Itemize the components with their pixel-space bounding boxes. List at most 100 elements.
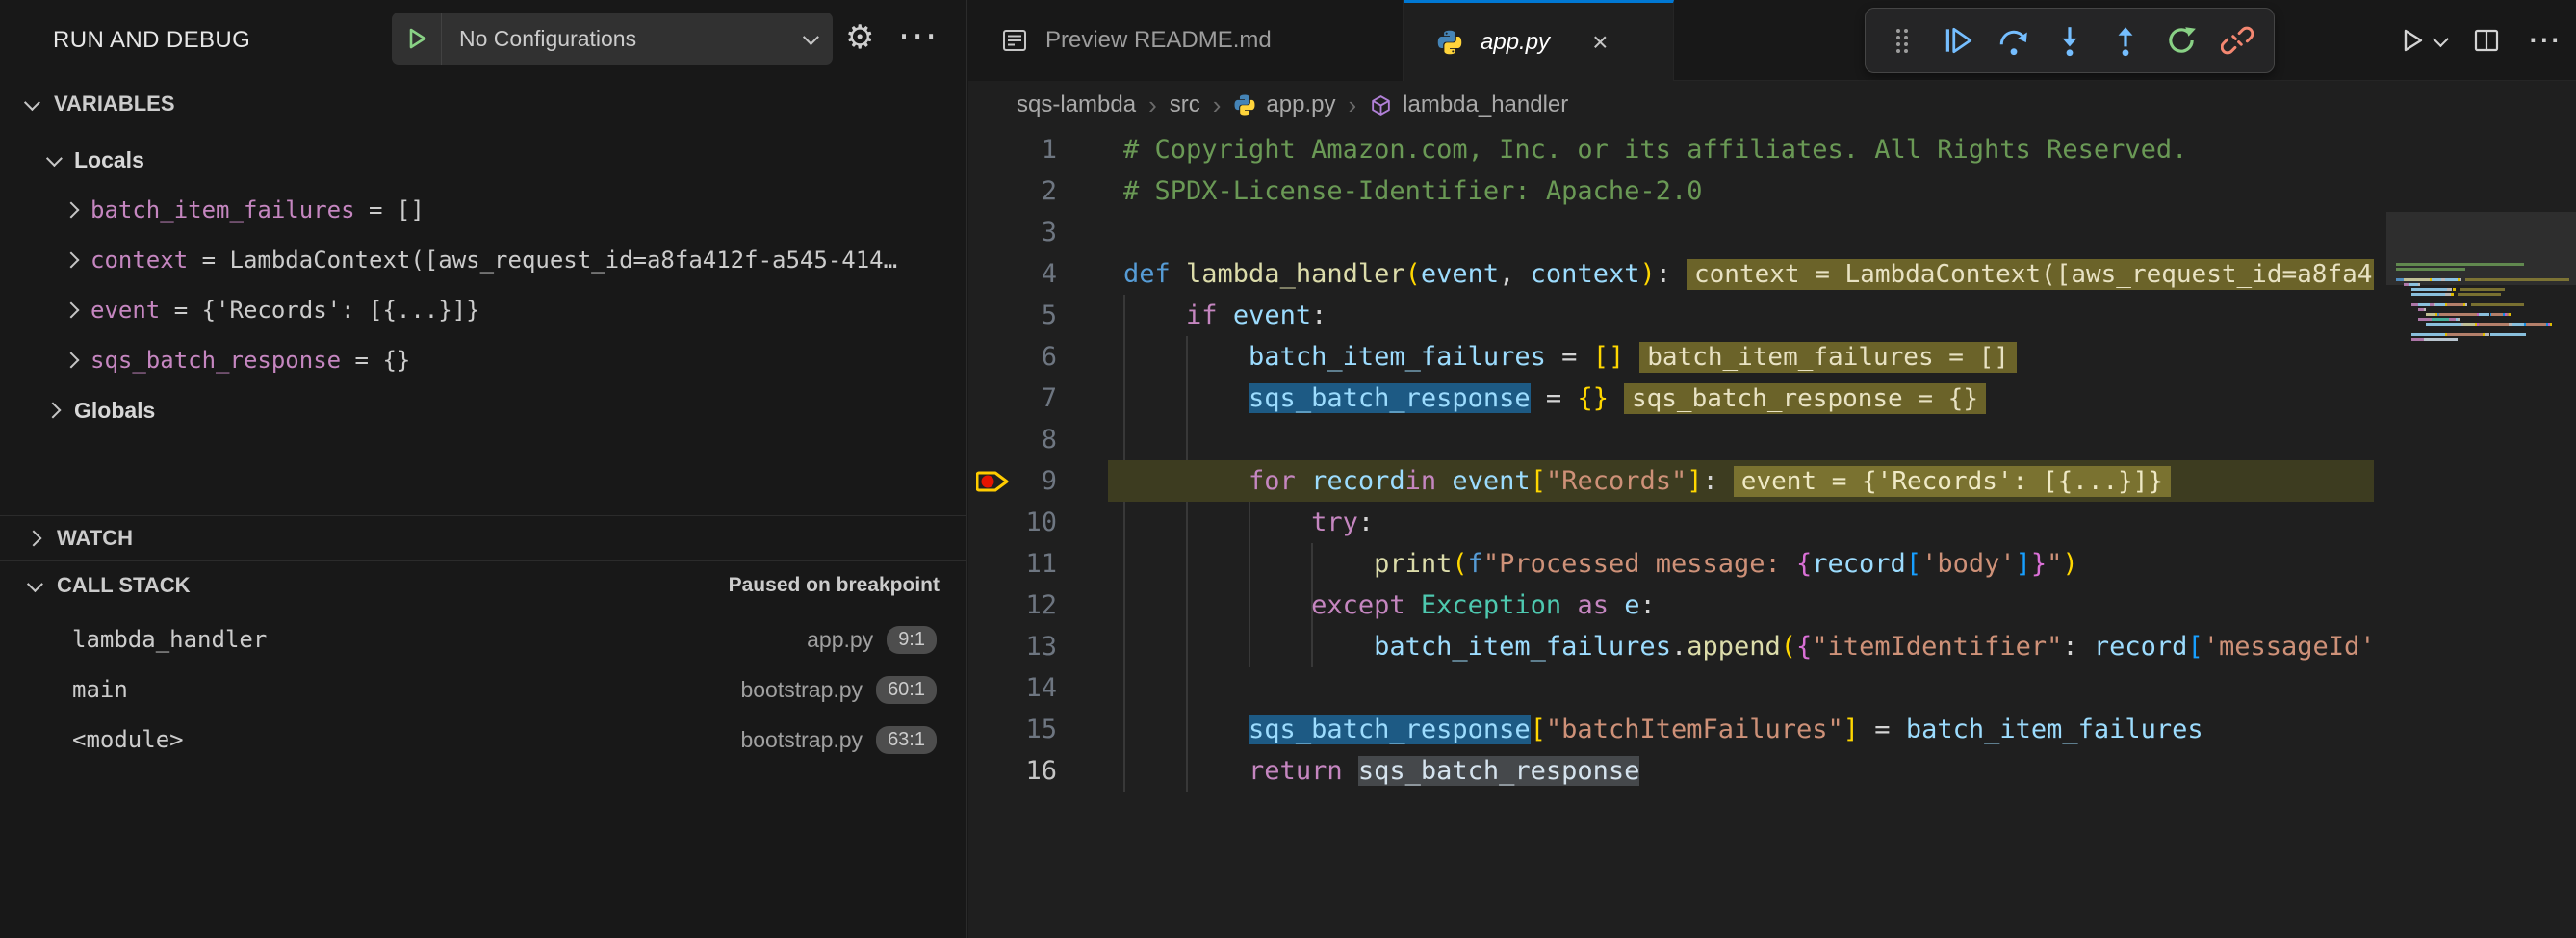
- debug-config-dropdown[interactable]: No Configurations: [392, 13, 833, 65]
- variable-value: = {'Records': [{...}]}: [160, 297, 479, 324]
- variables-scope-globals[interactable]: Globals: [0, 385, 967, 435]
- breadcrumb-file[interactable]: app.py: [1233, 91, 1335, 118]
- watch-section-header[interactable]: WATCH: [0, 518, 966, 559]
- line-number[interactable]: 12: [968, 585, 1108, 626]
- code-line[interactable]: except Exception as e:: [1108, 585, 2374, 626]
- frame-position-badge: 9:1: [887, 626, 937, 654]
- frame-position-badge: 60:1: [876, 676, 937, 704]
- code-line[interactable]: sqs_batch_response = {}sqs_batch_respons…: [1108, 378, 2374, 419]
- line-number[interactable]: 3: [968, 212, 1108, 253]
- frame-file: bootstrap.py: [740, 727, 863, 753]
- call-stack-frame[interactable]: lambda_handler app.py 9:1: [0, 614, 967, 664]
- code-line[interactable]: # Copyright Amazon.com, Inc. or its affi…: [1108, 129, 2374, 170]
- line-number[interactable]: 11: [968, 543, 1108, 585]
- more-actions-icon[interactable]: ···: [898, 15, 939, 58]
- line-number[interactable]: 10: [968, 502, 1108, 543]
- inline-debug-value: batch_item_failures = []: [1639, 342, 2017, 373]
- call-stack-frame[interactable]: main bootstrap.py 60:1: [0, 664, 967, 715]
- breadcrumb-root[interactable]: sqs-lambda: [1017, 91, 1136, 118]
- code-line[interactable]: [1108, 667, 2374, 709]
- step-into-button[interactable]: [2047, 15, 2093, 65]
- run-python-file-button[interactable]: [2397, 26, 2445, 55]
- tab-label: app.py: [1481, 29, 1550, 56]
- tab-bar: Preview README.md app.py ×: [968, 0, 2576, 81]
- breadcrumb-symbol[interactable]: lambda_handler: [1369, 91, 1568, 118]
- code-line[interactable]: [1108, 212, 2374, 253]
- line-number[interactable]: 6: [968, 336, 1108, 378]
- line-number[interactable]: 5: [968, 295, 1108, 336]
- call-stack-section-header[interactable]: CALL STACK Paused on breakpoint: [0, 564, 966, 607]
- variable-value: = LambdaContext([aws_request_id=a8fa412f…: [188, 247, 897, 274]
- breadcrumb-separator: ›: [1213, 91, 1222, 120]
- breadcrumb-symbol-label: lambda_handler: [1403, 91, 1568, 118]
- disconnect-button[interactable]: [2214, 15, 2260, 65]
- code-editor[interactable]: 12345678910111213141516 # Copyright Amaz…: [968, 129, 2576, 938]
- line-number[interactable]: 13: [968, 626, 1108, 667]
- step-out-button[interactable]: [2102, 15, 2149, 65]
- code-content[interactable]: # Copyright Amazon.com, Inc. or its affi…: [1108, 129, 2374, 938]
- variable-name: context: [90, 247, 188, 274]
- code-line[interactable]: batch_item_failures.append({"itemIdentif…: [1108, 626, 2374, 667]
- code-line[interactable]: sqs_batch_response["batchItemFailures"] …: [1108, 709, 2374, 750]
- chevron-right-icon: [64, 252, 80, 269]
- variables-header-label: VARIABLES: [54, 91, 175, 117]
- run-and-debug-sidebar: RUN AND DEBUG No Configurations ⚙ ··· VA…: [0, 0, 967, 938]
- markdown-preview-icon: [1001, 27, 1028, 54]
- code-line[interactable]: # SPDX-License-Identifier: Apache-2.0: [1108, 170, 2374, 212]
- debug-toolbar: [1865, 8, 2275, 73]
- code-line[interactable]: try:: [1108, 502, 2374, 543]
- chevron-right-icon: [26, 531, 42, 547]
- code-line[interactable]: print(f"Processed message: {record['body…: [1108, 543, 2374, 585]
- variable-row[interactable]: batch_item_failures = []: [0, 185, 967, 235]
- variable-row[interactable]: context = LambdaContext([aws_request_id=…: [0, 235, 967, 285]
- code-line[interactable]: def lambda_handler(event, context):conte…: [1108, 253, 2374, 295]
- code-line[interactable]: for recordin event["Records"]:event = {'…: [1108, 460, 2374, 502]
- config-dropdown-label: No Configurations: [442, 26, 804, 52]
- breadcrumb-folder[interactable]: src: [1170, 91, 1200, 118]
- continue-button[interactable]: [1935, 15, 1981, 65]
- frame-name: lambda_handler: [72, 626, 267, 653]
- toolbar-drag-handle[interactable]: [1879, 15, 1925, 65]
- chevron-right-icon: [45, 403, 62, 419]
- sidebar-title: RUN AND DEBUG: [53, 27, 250, 54]
- tab-label: Preview README.md: [1045, 27, 1272, 54]
- symbol-method-icon: [1369, 93, 1393, 117]
- variable-value: = {}: [341, 347, 410, 374]
- line-number[interactable]: 4: [968, 253, 1108, 295]
- line-number[interactable]: 2: [968, 170, 1108, 212]
- line-number[interactable]: 7: [968, 378, 1108, 419]
- line-number[interactable]: 15: [968, 709, 1108, 750]
- variable-row[interactable]: sqs_batch_response = {}: [0, 335, 967, 385]
- code-line[interactable]: [1108, 419, 2374, 460]
- start-debug-icon[interactable]: [392, 13, 442, 65]
- python-icon: [1436, 29, 1463, 56]
- code-line[interactable]: return sqs_batch_response: [1108, 750, 2374, 792]
- close-icon[interactable]: ×: [1592, 27, 1608, 58]
- variable-row[interactable]: event = {'Records': [{...}]}: [0, 285, 967, 335]
- breadcrumb[interactable]: sqs-lambda › src › app.py › lambda_handl…: [968, 81, 2576, 129]
- gear-icon[interactable]: ⚙: [845, 21, 874, 54]
- call-stack-frame[interactable]: <module> bootstrap.py 63:1: [0, 715, 967, 765]
- line-number[interactable]: 8: [968, 419, 1108, 460]
- sidebar-header: RUN AND DEBUG No Configurations ⚙ ···: [0, 0, 966, 81]
- current-breakpoint-icon[interactable]: [976, 468, 1013, 495]
- code-line[interactable]: batch_item_failures = []batch_item_failu…: [1108, 336, 2374, 378]
- code-line[interactable]: if event:: [1108, 295, 2374, 336]
- step-over-button[interactable]: [1991, 15, 2037, 65]
- minimap[interactable]: [2386, 212, 2576, 938]
- line-number[interactable]: 16: [968, 750, 1108, 792]
- line-number[interactable]: 14: [968, 667, 1108, 709]
- split-editor-button[interactable]: [2472, 26, 2501, 55]
- line-number[interactable]: 1: [968, 129, 1108, 170]
- restart-button[interactable]: [2158, 15, 2204, 65]
- editor-gutter[interactable]: 12345678910111213141516: [968, 129, 1108, 792]
- line-number[interactable]: 9: [968, 460, 1108, 502]
- more-actions-icon[interactable]: ···: [2528, 21, 2561, 61]
- variables-scope-locals[interactable]: Locals: [0, 135, 967, 185]
- chevron-down-icon[interactable]: [2433, 31, 2449, 47]
- variables-section-header[interactable]: VARIABLES: [0, 85, 966, 123]
- tab-app-py[interactable]: app.py ×: [1404, 0, 1674, 82]
- editor-group: Preview README.md app.py ×: [968, 0, 2576, 938]
- tab-preview-readme[interactable]: Preview README.md: [968, 0, 1404, 81]
- watch-header-label: WATCH: [57, 526, 133, 551]
